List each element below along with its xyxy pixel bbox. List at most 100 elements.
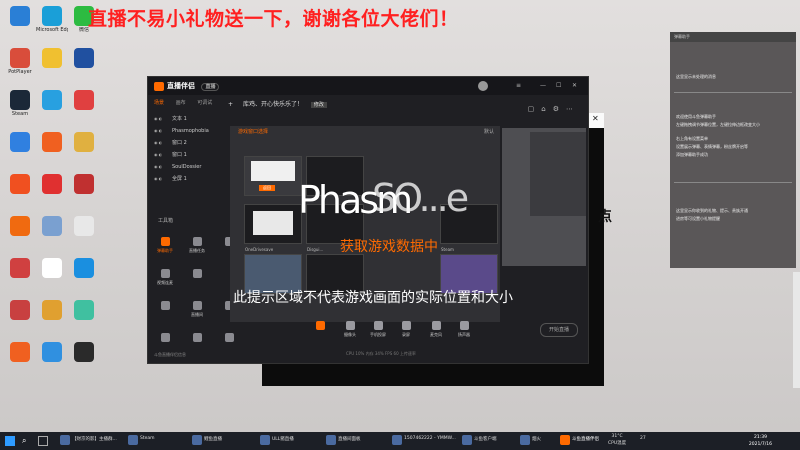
minimize-icon[interactable]: — <box>540 82 546 89</box>
taskbar-item[interactable]: 直播间面板 <box>338 436 361 442</box>
tool-video[interactable]: 视频连麦 <box>154 269 176 286</box>
avatar[interactable] <box>478 81 488 91</box>
taskbar-item[interactable]: Steam <box>140 436 155 441</box>
speaker-button[interactable]: 扬声器 <box>452 321 476 338</box>
desktop-icon[interactable]: PotPlayer <box>4 48 36 75</box>
desktop-icon[interactable] <box>68 90 100 111</box>
lock-icon[interactable]: ▢ <box>528 105 542 113</box>
desktop-icon[interactable] <box>36 216 68 237</box>
scene-button[interactable] <box>308 321 332 332</box>
taskbar-item[interactable]: 1507462222 - YMMW... <box>404 436 456 441</box>
maximize-icon[interactable]: ☐ <box>556 82 561 89</box>
desktop-icon[interactable] <box>4 6 36 27</box>
app-icon <box>42 132 62 152</box>
tool-3[interactable] <box>154 301 176 312</box>
desktop-icon[interactable] <box>36 342 68 363</box>
desktop-icon[interactable] <box>36 48 68 69</box>
menu-icon[interactable]: ≡ <box>516 82 521 89</box>
close-icon[interactable]: ✕ <box>572 82 577 89</box>
taskbar-app-icon <box>462 435 472 445</box>
taskbar-item[interactable]: 斗鱼客户端 <box>474 436 497 442</box>
taskbar-app-icon <box>60 435 70 445</box>
tab-debug[interactable]: 可调试 <box>197 100 212 106</box>
taskview-icon[interactable] <box>38 436 48 446</box>
desktop-icon[interactable] <box>4 342 36 363</box>
desktop-icon[interactable] <box>68 174 100 195</box>
desktop-icon[interactable] <box>68 216 100 237</box>
desktop-icon[interactable] <box>36 300 68 321</box>
go-live-button[interactable]: 开始直播 <box>540 323 578 337</box>
taskbar-app-icon <box>260 435 270 445</box>
mode-badge[interactable]: 直播 <box>201 83 220 91</box>
taskbar-item[interactable]: 斗鱼直播伴侣 <box>572 436 599 442</box>
window-tile[interactable]: 返回 <box>244 156 302 196</box>
desktop-icon[interactable] <box>4 132 36 153</box>
desktop-icon[interactable] <box>68 342 100 363</box>
desktop-icon[interactable] <box>68 132 100 153</box>
layer-item[interactable]: 文本 1 <box>154 113 244 125</box>
tool-6[interactable] <box>186 333 208 344</box>
desktop-icon[interactable] <box>36 90 68 111</box>
panel-header: 弹幕助手 <box>670 32 796 42</box>
search-icon[interactable]: ⌕ <box>22 436 26 446</box>
app-icon <box>10 48 30 68</box>
app-icon <box>42 48 62 68</box>
taskbar-item[interactable]: 鲤鱼直播 <box>204 436 222 442</box>
panel-text: 这里显示未处理的消息 <box>676 74 716 79</box>
desktop-icon[interactable] <box>68 258 100 279</box>
scene-header: + 库鸡、开心快乐乐了！ 修改 <box>228 99 327 108</box>
desktop-icon[interactable] <box>36 132 68 153</box>
taskbar-item[interactable]: 烟火 <box>532 436 541 442</box>
desktop-icon[interactable] <box>4 300 36 321</box>
scrollbar[interactable] <box>793 272 800 388</box>
danmaku-panel: 弹幕助手 这里显示未处理的消息 欢迎使用斗鱼弹幕助手 左键拖拽调节弹幕位置，左键… <box>670 32 796 268</box>
tool-danmaku[interactable]: 弹幕助手 <box>154 237 176 254</box>
desktop-icon[interactable] <box>36 258 68 279</box>
taskbar-item[interactable]: ULL猪直播 <box>272 436 294 442</box>
app-titlebar: 直播伴侣 直播 ≡ — ☐ ✕ <box>148 77 588 95</box>
panel-text: 左键拖拽调节弹幕位置，左键拉伸边框改变大小 <box>676 122 760 127</box>
add-scene-icon[interactable]: + <box>228 101 233 108</box>
tool-2[interactable] <box>186 269 208 280</box>
more-icon[interactable]: ⋯ <box>566 105 580 113</box>
app-icon <box>10 300 30 320</box>
taskbar-app-icon <box>560 435 570 445</box>
tool-room[interactable]: 直播间 <box>186 301 208 318</box>
desktop-icon[interactable] <box>36 174 68 195</box>
clock[interactable]: 21:39 2021/7/16 <box>749 434 772 448</box>
fetching-status: 获取游戏数据中 <box>340 239 438 255</box>
desktop-icon[interactable]: Steam <box>4 90 36 117</box>
desktop-icon[interactable] <box>4 216 36 237</box>
taskbar-app-icon <box>520 435 530 445</box>
tool-5[interactable] <box>154 333 176 344</box>
scene-title: 库鸡、开心快乐乐了！ <box>242 101 303 108</box>
edit-button[interactable]: 修改 <box>310 102 327 108</box>
panel-text: 右上角有设置菜单 <box>676 136 708 141</box>
app-icon <box>10 342 30 362</box>
desktop-icon[interactable]: Microsoft Edge <box>36 6 68 33</box>
panel-note: 斗鱼直播伴侣信息 <box>154 352 186 357</box>
tab-canvas[interactable]: 画布 <box>176 100 186 106</box>
start-icon[interactable] <box>5 436 15 446</box>
weather[interactable]: 31°C CPU温度 <box>608 433 626 447</box>
taskbar-item[interactable]: 【财京的影】主播群... <box>72 436 117 442</box>
desktop-icon[interactable] <box>68 300 100 321</box>
app-icon <box>42 90 62 110</box>
record-button[interactable]: 录屏 <box>394 321 418 338</box>
desktop-icon[interactable] <box>68 48 100 69</box>
share-icon[interactable]: ⌂ <box>541 105 552 113</box>
tool-7[interactable] <box>218 333 240 344</box>
app-icon <box>10 216 30 236</box>
tool-task[interactable]: 直播任务 <box>186 237 208 254</box>
mic-button[interactable]: 麦克风 <box>424 321 448 338</box>
settings-icon[interactable]: ⚙ <box>553 105 566 113</box>
phone-button[interactable]: 手机投屏 <box>366 321 390 338</box>
desktop-icon[interactable] <box>4 174 36 195</box>
tab-scene[interactable]: 场景 <box>154 100 164 106</box>
desktop-icon[interactable] <box>4 258 36 279</box>
close-icon[interactable]: ✕ <box>592 114 599 123</box>
sort-dropdown[interactable]: 默认 <box>484 128 494 135</box>
camera-button[interactable]: 摄像头 <box>338 321 362 338</box>
window-tile[interactable]: OneDrivesave <box>244 204 302 252</box>
app-icon <box>42 342 62 362</box>
